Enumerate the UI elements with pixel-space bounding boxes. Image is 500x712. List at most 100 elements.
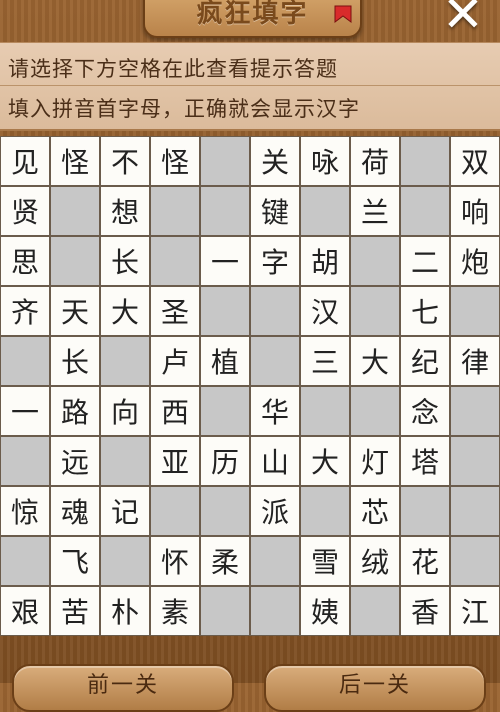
grid-cell-letter[interactable]: 七 xyxy=(400,286,450,336)
grid-cell-letter[interactable]: 惊 xyxy=(0,486,50,536)
grid-cell-empty[interactable] xyxy=(400,486,450,536)
grid-cell-letter[interactable]: 见 xyxy=(0,136,50,186)
grid-cell-letter[interactable]: 贤 xyxy=(0,186,50,236)
grid-cell-letter[interactable]: 三 xyxy=(300,336,350,386)
grid-cell-letter[interactable]: 柔 xyxy=(200,536,250,586)
grid-cell-empty[interactable] xyxy=(450,286,500,336)
grid-cell-empty[interactable] xyxy=(200,286,250,336)
grid-cell-empty[interactable] xyxy=(450,536,500,586)
grid-cell-letter[interactable]: 华 xyxy=(250,386,300,436)
grid-cell-empty[interactable] xyxy=(200,486,250,536)
grid-cell-letter[interactable]: 塔 xyxy=(400,436,450,486)
grid-cell-empty[interactable] xyxy=(400,136,450,186)
grid-cell-empty[interactable] xyxy=(200,186,250,236)
grid-cell-letter[interactable]: 响 xyxy=(450,186,500,236)
grid-cell-letter[interactable]: 双 xyxy=(450,136,500,186)
grid-cell-letter[interactable]: 魂 xyxy=(50,486,100,536)
grid-cell-letter[interactable]: 香 xyxy=(400,586,450,636)
grid-cell-empty[interactable] xyxy=(0,436,50,486)
grid-cell-empty[interactable] xyxy=(450,386,500,436)
grid-cell-letter[interactable]: 齐 xyxy=(0,286,50,336)
grid-cell-letter[interactable]: 绒 xyxy=(350,536,400,586)
grid-cell-empty[interactable] xyxy=(300,186,350,236)
grid-cell-letter[interactable]: 兰 xyxy=(350,186,400,236)
grid-cell-letter[interactable]: 想 xyxy=(100,186,150,236)
grid-cell-letter[interactable]: 山 xyxy=(250,436,300,486)
grid-cell-empty[interactable] xyxy=(450,436,500,486)
grid-cell-empty[interactable] xyxy=(250,286,300,336)
grid-cell-empty[interactable] xyxy=(100,536,150,586)
grid-cell-empty[interactable] xyxy=(450,486,500,536)
grid-cell-letter[interactable]: 天 xyxy=(50,286,100,336)
grid-cell-letter[interactable]: 怪 xyxy=(150,136,200,186)
grid-cell-letter[interactable]: 卢 xyxy=(150,336,200,386)
grid-cell-letter[interactable]: 纪 xyxy=(400,336,450,386)
grid-cell-empty[interactable] xyxy=(100,436,150,486)
grid-cell-letter[interactable]: 飞 xyxy=(50,536,100,586)
grid-cell-empty[interactable] xyxy=(50,186,100,236)
grid-cell-letter[interactable]: 朴 xyxy=(100,586,150,636)
close-button[interactable]: ✕ xyxy=(440,0,486,40)
grid-cell-empty[interactable] xyxy=(200,136,250,186)
grid-cell-letter[interactable]: 一 xyxy=(0,386,50,436)
grid-cell-letter[interactable]: 素 xyxy=(150,586,200,636)
grid-cell-letter[interactable]: 记 xyxy=(100,486,150,536)
grid-cell-empty[interactable] xyxy=(0,336,50,386)
grid-cell-letter[interactable]: 艰 xyxy=(0,586,50,636)
grid-cell-empty[interactable] xyxy=(350,386,400,436)
grid-cell-letter[interactable]: 花 xyxy=(400,536,450,586)
grid-cell-empty[interactable] xyxy=(350,286,400,336)
grid-cell-letter[interactable]: 历 xyxy=(200,436,250,486)
grid-cell-empty[interactable] xyxy=(300,486,350,536)
grid-cell-letter[interactable]: 圣 xyxy=(150,286,200,336)
grid-cell-letter[interactable]: 关 xyxy=(250,136,300,186)
grid-cell-letter[interactable]: 大 xyxy=(100,286,150,336)
grid-cell-letter[interactable]: 姨 xyxy=(300,586,350,636)
grid-cell-letter[interactable]: 一 xyxy=(200,236,250,286)
grid-cell-empty[interactable] xyxy=(350,586,400,636)
grid-cell-letter[interactable]: 荷 xyxy=(350,136,400,186)
grid-cell-letter[interactable]: 雪 xyxy=(300,536,350,586)
grid-cell-empty[interactable] xyxy=(350,236,400,286)
next-level-button[interactable]: 后一关 xyxy=(264,664,486,712)
grid-cell-empty[interactable] xyxy=(250,586,300,636)
grid-cell-letter[interactable]: 咏 xyxy=(300,136,350,186)
grid-cell-letter[interactable]: 苦 xyxy=(50,586,100,636)
grid-cell-letter[interactable]: 长 xyxy=(50,336,100,386)
grid-cell-empty[interactable] xyxy=(250,336,300,386)
grid-cell-letter[interactable]: 远 xyxy=(50,436,100,486)
grid-cell-letter[interactable]: 不 xyxy=(100,136,150,186)
grid-cell-letter[interactable]: 植 xyxy=(200,336,250,386)
grid-cell-letter[interactable]: 路 xyxy=(50,386,100,436)
grid-cell-empty[interactable] xyxy=(250,536,300,586)
grid-cell-letter[interactable]: 大 xyxy=(300,436,350,486)
grid-cell-letter[interactable]: 汉 xyxy=(300,286,350,336)
grid-cell-empty[interactable] xyxy=(150,236,200,286)
grid-cell-empty[interactable] xyxy=(200,586,250,636)
grid-cell-letter[interactable]: 大 xyxy=(350,336,400,386)
grid-cell-letter[interactable]: 向 xyxy=(100,386,150,436)
grid-cell-empty[interactable] xyxy=(100,336,150,386)
grid-cell-empty[interactable] xyxy=(200,386,250,436)
grid-cell-letter[interactable]: 二 xyxy=(400,236,450,286)
prev-level-button[interactable]: 前一关 xyxy=(12,664,234,712)
grid-cell-letter[interactable]: 炮 xyxy=(450,236,500,286)
grid-cell-letter[interactable]: 思 xyxy=(0,236,50,286)
grid-cell-empty[interactable] xyxy=(0,536,50,586)
grid-cell-letter[interactable]: 字 xyxy=(250,236,300,286)
grid-cell-letter[interactable]: 律 xyxy=(450,336,500,386)
grid-cell-empty[interactable] xyxy=(400,186,450,236)
grid-cell-letter[interactable]: 怪 xyxy=(50,136,100,186)
grid-cell-letter[interactable]: 键 xyxy=(250,186,300,236)
grid-cell-letter[interactable]: 念 xyxy=(400,386,450,436)
grid-cell-letter[interactable]: 亚 xyxy=(150,436,200,486)
grid-cell-letter[interactable]: 长 xyxy=(100,236,150,286)
grid-cell-letter[interactable]: 胡 xyxy=(300,236,350,286)
grid-cell-letter[interactable]: 西 xyxy=(150,386,200,436)
grid-cell-empty[interactable] xyxy=(150,486,200,536)
grid-cell-letter[interactable]: 派 xyxy=(250,486,300,536)
grid-cell-letter[interactable]: 芯 xyxy=(350,486,400,536)
grid-cell-letter[interactable]: 江 xyxy=(450,586,500,636)
grid-cell-letter[interactable]: 灯 xyxy=(350,436,400,486)
grid-cell-empty[interactable] xyxy=(50,236,100,286)
